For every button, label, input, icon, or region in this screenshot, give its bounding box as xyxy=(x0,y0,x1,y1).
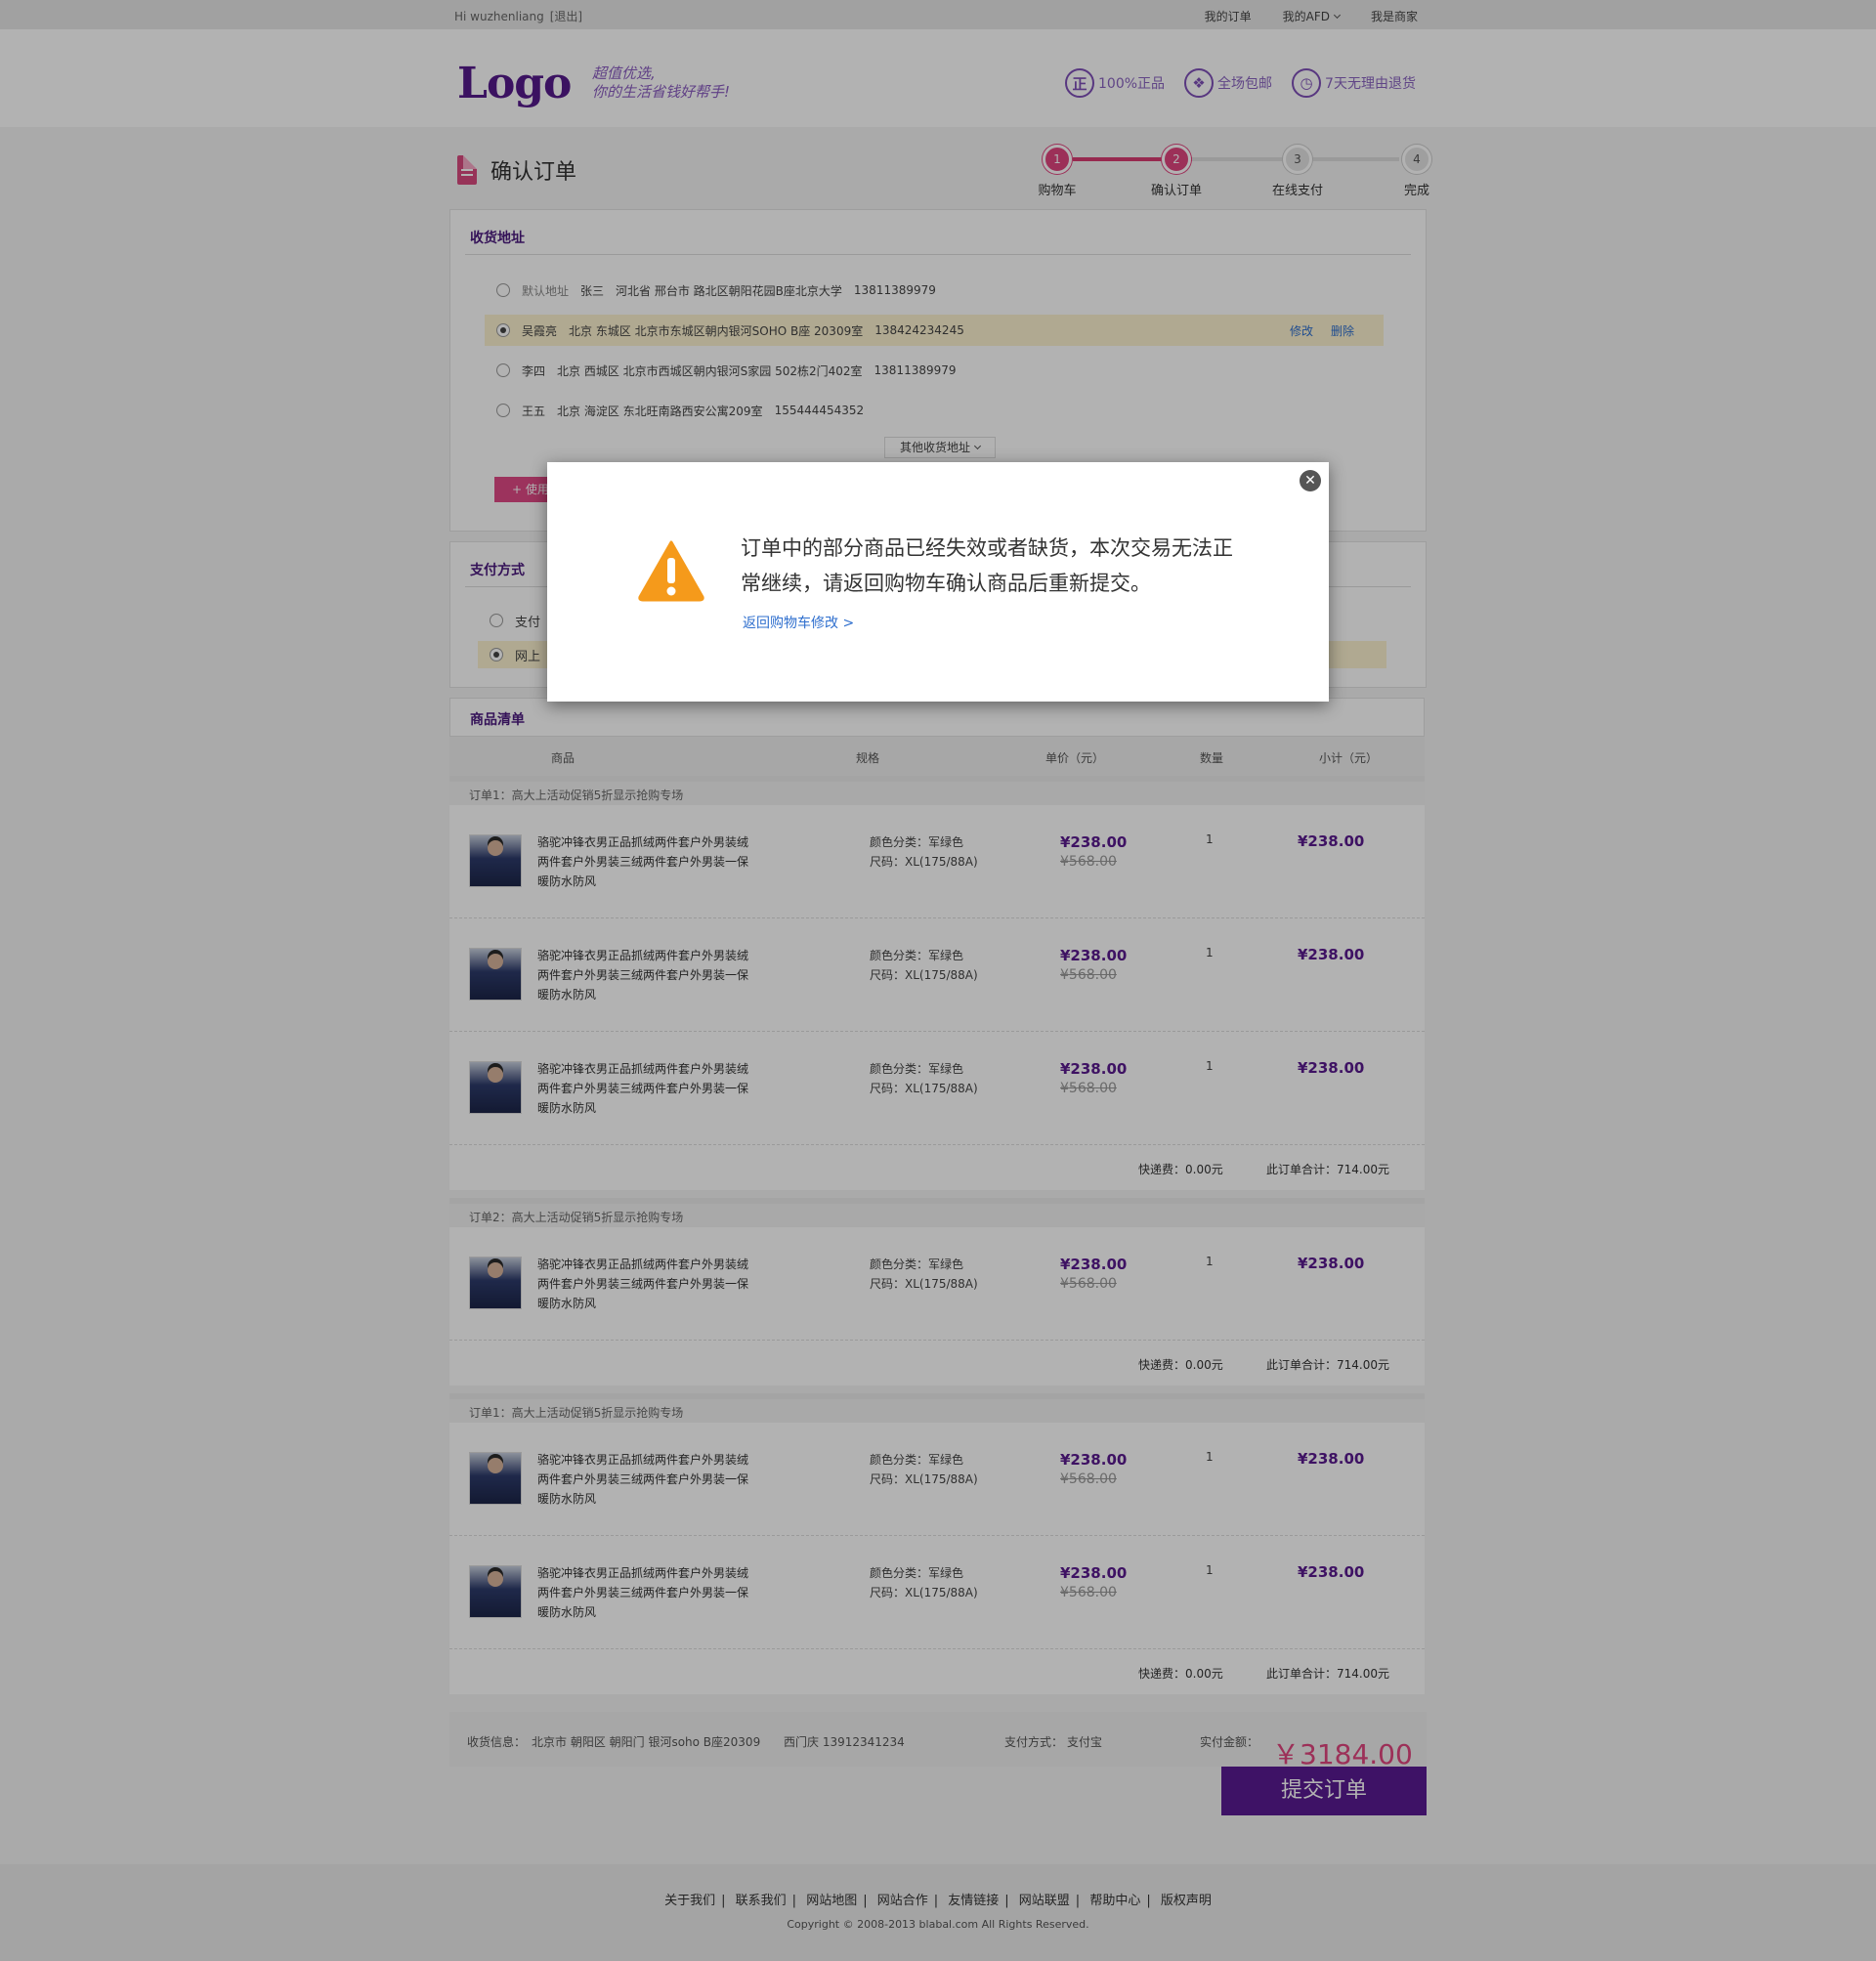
modal-overlay[interactable] xyxy=(0,0,1876,1961)
warning-icon xyxy=(638,540,704,602)
error-dialog: ✕ 订单中的部分商品已经失效或者缺货，本次交易无法正常继续，请返回购物车确认商品… xyxy=(547,462,1329,702)
close-icon[interactable]: ✕ xyxy=(1300,470,1321,491)
error-message: 订单中的部分商品已经失效或者缺货，本次交易无法正常继续，请返回购物车确认商品后重… xyxy=(741,536,1233,595)
back-to-cart-link[interactable]: 返回购物车修改 > xyxy=(743,613,854,632)
